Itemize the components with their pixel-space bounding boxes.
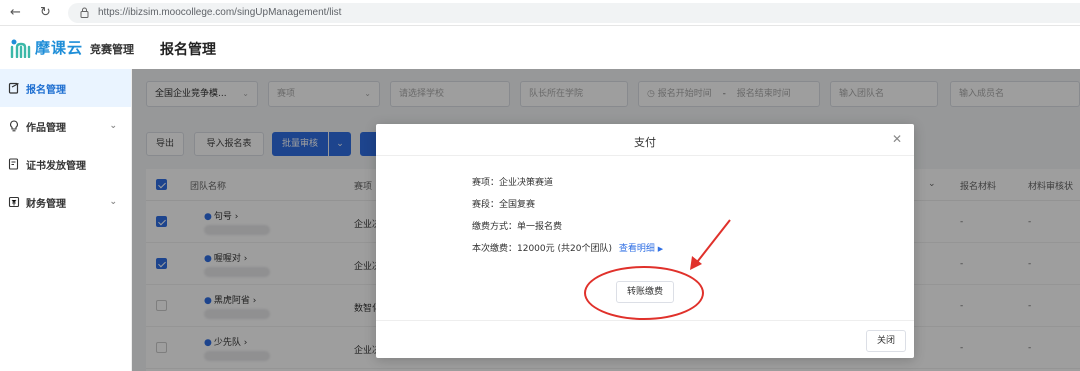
- app-name: 竞赛管理: [90, 43, 134, 56]
- modal-title: 支付: [634, 136, 656, 149]
- reload-icon[interactable]: ↻: [40, 5, 51, 21]
- chevron-down-icon: ⌄: [109, 121, 117, 131]
- logo-icon: [10, 39, 31, 58]
- sidebar-item-label: 作品管理: [26, 122, 66, 134]
- view-details-text: 查看明细: [618, 244, 655, 254]
- certificate-icon: [8, 158, 19, 170]
- chevron-down-icon: ⌄: [109, 197, 117, 207]
- sidebar-item-finance[interactable]: 财务管理 ⌄: [0, 183, 131, 221]
- view-details-link[interactable]: 查看明细 ▶: [619, 244, 663, 254]
- finance-icon: [8, 196, 20, 208]
- logo[interactable]: 摩课云: [10, 37, 83, 58]
- payment-method-line: 缴费方式：单一报名费: [472, 222, 563, 232]
- modal-footer: 关闭: [376, 320, 914, 358]
- address-bar[interactable]: https://ibizsim.moocollege.com/singUpMan…: [68, 3, 1080, 23]
- sidebar-item-certificates[interactable]: 证书发放管理: [0, 145, 131, 183]
- annotation-arrow-icon: [690, 219, 731, 270]
- amount-line: 本次缴费：12000元 (共20个团队) 查看明细 ▶: [472, 241, 663, 254]
- url-text: https://ibizsim.moocollege.com/singUpMan…: [98, 7, 342, 18]
- amount-text: 本次缴费：12000元 (共20个团队): [472, 244, 612, 254]
- stage-line: 赛段：全国复赛: [472, 200, 536, 210]
- sidebar-item-label: 报名管理: [26, 84, 66, 96]
- close-icon[interactable]: ✕: [892, 132, 902, 146]
- sidebar-item-label: 财务管理: [26, 198, 66, 210]
- lightbulb-icon: [10, 120, 18, 132]
- browser-toolbar: ← ↻ https://ibizsim.moocollege.com/singU…: [0, 0, 1080, 26]
- modal-header: 支付 ✕: [376, 124, 914, 156]
- arrow-left-icon[interactable]: ←: [10, 5, 21, 21]
- payment-modal: 支付 ✕ 赛项：企业决策赛道 赛段：全国复赛 缴费方式：单一报名费 本次缴费：1…: [376, 124, 914, 358]
- annotation-circle: [584, 266, 704, 320]
- lock-icon: [80, 7, 89, 18]
- logo-text: 摩课云: [35, 39, 84, 57]
- track-line: 赛项：企业决策赛道: [472, 178, 554, 188]
- sidebar-item-signup[interactable]: 报名管理: [0, 69, 131, 107]
- page-title: 报名管理: [160, 42, 216, 58]
- caret-right-icon: ▶: [657, 245, 664, 253]
- sidebar-item-works[interactable]: 作品管理 ⌄: [0, 107, 131, 145]
- close-button[interactable]: 关闭: [866, 330, 906, 352]
- sidebar: 报名管理 作品管理 ⌄ 证书发放管理 财务管理 ⌄: [0, 69, 132, 371]
- sidebar-item-label: 证书发放管理: [26, 160, 86, 172]
- form-icon: [8, 82, 19, 94]
- app-header: 摩课云 竞赛管理 报名管理: [0, 27, 1080, 69]
